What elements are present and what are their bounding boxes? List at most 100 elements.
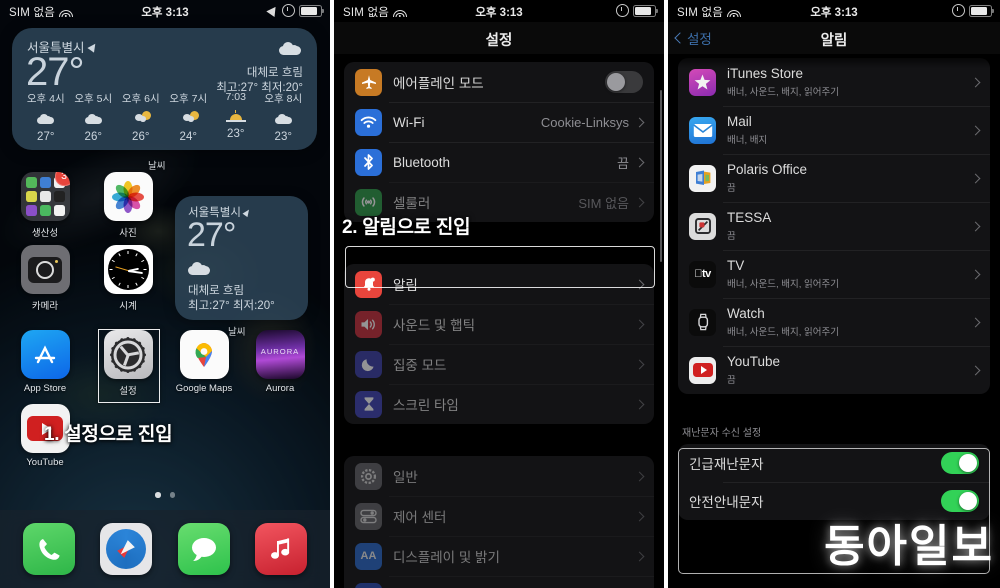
app-icon-camera[interactable]: 카메라 bbox=[16, 245, 74, 312]
settings-icon-highlight-box bbox=[98, 329, 160, 403]
settings-row-제어-센터[interactable]: 제어 센터 bbox=[344, 496, 654, 536]
settings-row-홈-화면[interactable]: 홈 화면 bbox=[344, 576, 654, 588]
chevron-right-icon bbox=[970, 173, 981, 183]
notification-app-label: TV bbox=[727, 258, 745, 274]
notification-app-text: YouTube 끔 bbox=[727, 354, 972, 386]
settings-row-label: 디스플레이 및 밝기 bbox=[393, 550, 500, 565]
weather-hour-temp: 27° bbox=[37, 131, 55, 143]
app-icon-productivity[interactable]: 3 생산성 bbox=[16, 172, 74, 239]
battery-icon bbox=[969, 4, 994, 17]
app-label: 카메라 bbox=[31, 301, 59, 312]
status-bar-clock: 오후 3:13 bbox=[475, 7, 523, 19]
app-store-icon bbox=[20, 330, 70, 379]
dock bbox=[0, 510, 330, 588]
notification-app-label: YouTube bbox=[727, 354, 781, 370]
nav-bar-notifications: 설정 알림 bbox=[668, 22, 1000, 54]
notification-app-row-Watch[interactable]: Watch 배너, 사운드, 배지, 읽어주기 bbox=[678, 298, 990, 346]
status-bar-right bbox=[952, 4, 994, 17]
notification-app-row-TESSA[interactable]: TESSA 끔 bbox=[678, 202, 990, 250]
clock-tick bbox=[143, 269, 147, 270]
annotation-step-1: 1. 설정으로 진입 bbox=[44, 424, 173, 445]
itunes-store-icon bbox=[689, 68, 716, 96]
notification-app-label: iTunes Store bbox=[727, 66, 804, 82]
weather-hour-temp: 24° bbox=[179, 131, 197, 143]
settings-row-스크린-타임[interactable]: 스크린 타임 bbox=[344, 384, 654, 424]
clock-tick bbox=[135, 282, 138, 286]
notification-app-row-Polaris-Office[interactable]: Polaris Office 끔 bbox=[678, 154, 990, 202]
notification-app-row-Mail[interactable]: Mail 배너, 배지 bbox=[678, 106, 990, 154]
app-icon-aurora[interactable]: AURORA Aurora bbox=[251, 330, 309, 394]
settings-row-디스플레이-및-밝기[interactable]: AA 디스플레이 및 밝기 bbox=[344, 536, 654, 576]
settings-group-connectivity: 에어플레인 모드 Wi-Fi Cookie-Linksys Bluetooth 끔 셀룰러… bbox=[344, 62, 654, 222]
clock-tick bbox=[118, 282, 121, 286]
app-label: 사진 bbox=[119, 228, 137, 239]
bell-icon bbox=[355, 270, 382, 298]
emergency-row-label: 안전안내문자 bbox=[689, 495, 764, 510]
settings-row-label: 알림 bbox=[393, 278, 418, 293]
nav-bar-settings: 설정 bbox=[334, 22, 664, 54]
chevron-right-icon bbox=[634, 279, 645, 289]
weather-hour-temp: 23° bbox=[274, 131, 292, 143]
weather-widget-large[interactable]: 서울특별시 27° 대체로 흐림 최고:27° 최저:20° 오후 4시 27° 오… bbox=[12, 28, 317, 150]
phone-icon[interactable] bbox=[22, 523, 75, 575]
page-title: 알림 bbox=[820, 33, 848, 49]
emergency-alerts-group: 긴급재난문자안전안내문자 bbox=[678, 444, 990, 520]
alarm-clock-icon bbox=[616, 4, 629, 17]
chevron-right-icon bbox=[634, 359, 645, 369]
app-icon-app-store[interactable]: App Store bbox=[16, 330, 74, 394]
settings-row-label: 스크린 타임 bbox=[393, 398, 459, 413]
settings-row-사운드-및-햅틱[interactable]: 사운드 및 햅틱 bbox=[344, 304, 654, 344]
settings-group-general: 일반제어 센터 AA 디스플레이 및 밝기홈 화면 bbox=[344, 456, 654, 588]
settings-row-알림[interactable]: 알림 bbox=[344, 264, 654, 304]
cloud-icon bbox=[22, 110, 70, 128]
partly-cloudy-icon bbox=[165, 110, 213, 128]
notifications-scroll-area[interactable]: iTunes Store 배너, 사운드, 배지, 읽어주기 Mail 배너, 배지 P… bbox=[668, 54, 1000, 588]
settings-group-notifications: 알림사운드 및 햅틱집중 모드스크린 타임 bbox=[344, 264, 654, 424]
watch-icon bbox=[689, 308, 716, 336]
notification-app-sub: 끔 bbox=[727, 182, 736, 194]
emergency-row-긴급재난문자[interactable]: 긴급재난문자 bbox=[678, 444, 990, 482]
clock-second-hand bbox=[115, 265, 129, 271]
notification-app-sub: 배너, 사운드, 배지, 읽어주기 bbox=[727, 86, 839, 98]
hourglass-icon bbox=[355, 390, 382, 418]
settings-row-일반[interactable]: 일반 bbox=[344, 456, 654, 496]
settings-row-에어플레인-모드[interactable]: 에어플레인 모드 bbox=[344, 62, 654, 102]
settings-row-Bluetooth[interactable]: Bluetooth 끔 bbox=[344, 142, 654, 182]
photos-icon bbox=[103, 172, 153, 221]
notification-app-row-iTunes-Store[interactable]: iTunes Store 배너, 사운드, 배지, 읽어주기 bbox=[678, 58, 990, 106]
page-dot bbox=[155, 492, 161, 498]
battery-icon bbox=[633, 4, 658, 17]
scrollbar[interactable] bbox=[659, 90, 662, 262]
notification-app-label: Watch bbox=[727, 306, 765, 322]
alarm-clock-icon bbox=[952, 4, 965, 17]
notification-app-row-YouTube[interactable]: YouTube 끔 bbox=[678, 346, 990, 394]
chevron-right-icon bbox=[970, 317, 981, 327]
notification-app-row-TV[interactable]: tv TV 배너, 사운드, 배지, 읽어주기 bbox=[678, 250, 990, 298]
weather-widget-small[interactable]: 서울특별시 27° 대체로 흐림 최고:27° 최저:20° bbox=[175, 196, 308, 320]
weather-temp-small: 27° bbox=[187, 216, 236, 254]
toggle-switch[interactable] bbox=[941, 452, 979, 474]
safari-compass-icon[interactable] bbox=[100, 523, 153, 575]
settings-row-label: Bluetooth bbox=[393, 154, 451, 170]
chevron-right-icon bbox=[970, 269, 981, 279]
weather-highlow-small: 최고:27° 최저:20° bbox=[188, 300, 275, 312]
app-icon-clock[interactable]: 시계 bbox=[99, 245, 157, 312]
app-icon-google-maps[interactable]: Google Maps bbox=[175, 330, 233, 394]
settings-row-value: Cookie-Linksys bbox=[540, 114, 629, 130]
toggle-switch[interactable] bbox=[605, 71, 643, 93]
settings-row-label: 집중 모드 bbox=[393, 358, 447, 373]
weather-hour-time: 오후 6시 bbox=[121, 93, 160, 105]
notification-app-sub: 배너, 배지 bbox=[727, 134, 768, 146]
toggle-switch[interactable] bbox=[941, 490, 979, 512]
partly-cloudy-icon bbox=[117, 110, 165, 128]
settings-row-집중-모드[interactable]: 집중 모드 bbox=[344, 344, 654, 384]
settings-row-Wi-Fi[interactable]: Wi-Fi Cookie-Linksys bbox=[344, 102, 654, 142]
app-icon-photos[interactable]: 사진 bbox=[99, 172, 157, 239]
music-note-icon[interactable] bbox=[255, 523, 308, 575]
notification-app-text: TV 배너, 사운드, 배지, 읽어주기 bbox=[727, 258, 972, 290]
messages-icon[interactable] bbox=[177, 523, 230, 575]
watermark-logo: 동아일보 bbox=[824, 522, 994, 571]
settings-scroll-area[interactable]: 에어플레인 모드 Wi-Fi Cookie-Linksys Bluetooth 끔 셀룰러… bbox=[334, 54, 664, 588]
cloud-icon bbox=[70, 110, 118, 128]
page-dots[interactable] bbox=[0, 492, 330, 498]
